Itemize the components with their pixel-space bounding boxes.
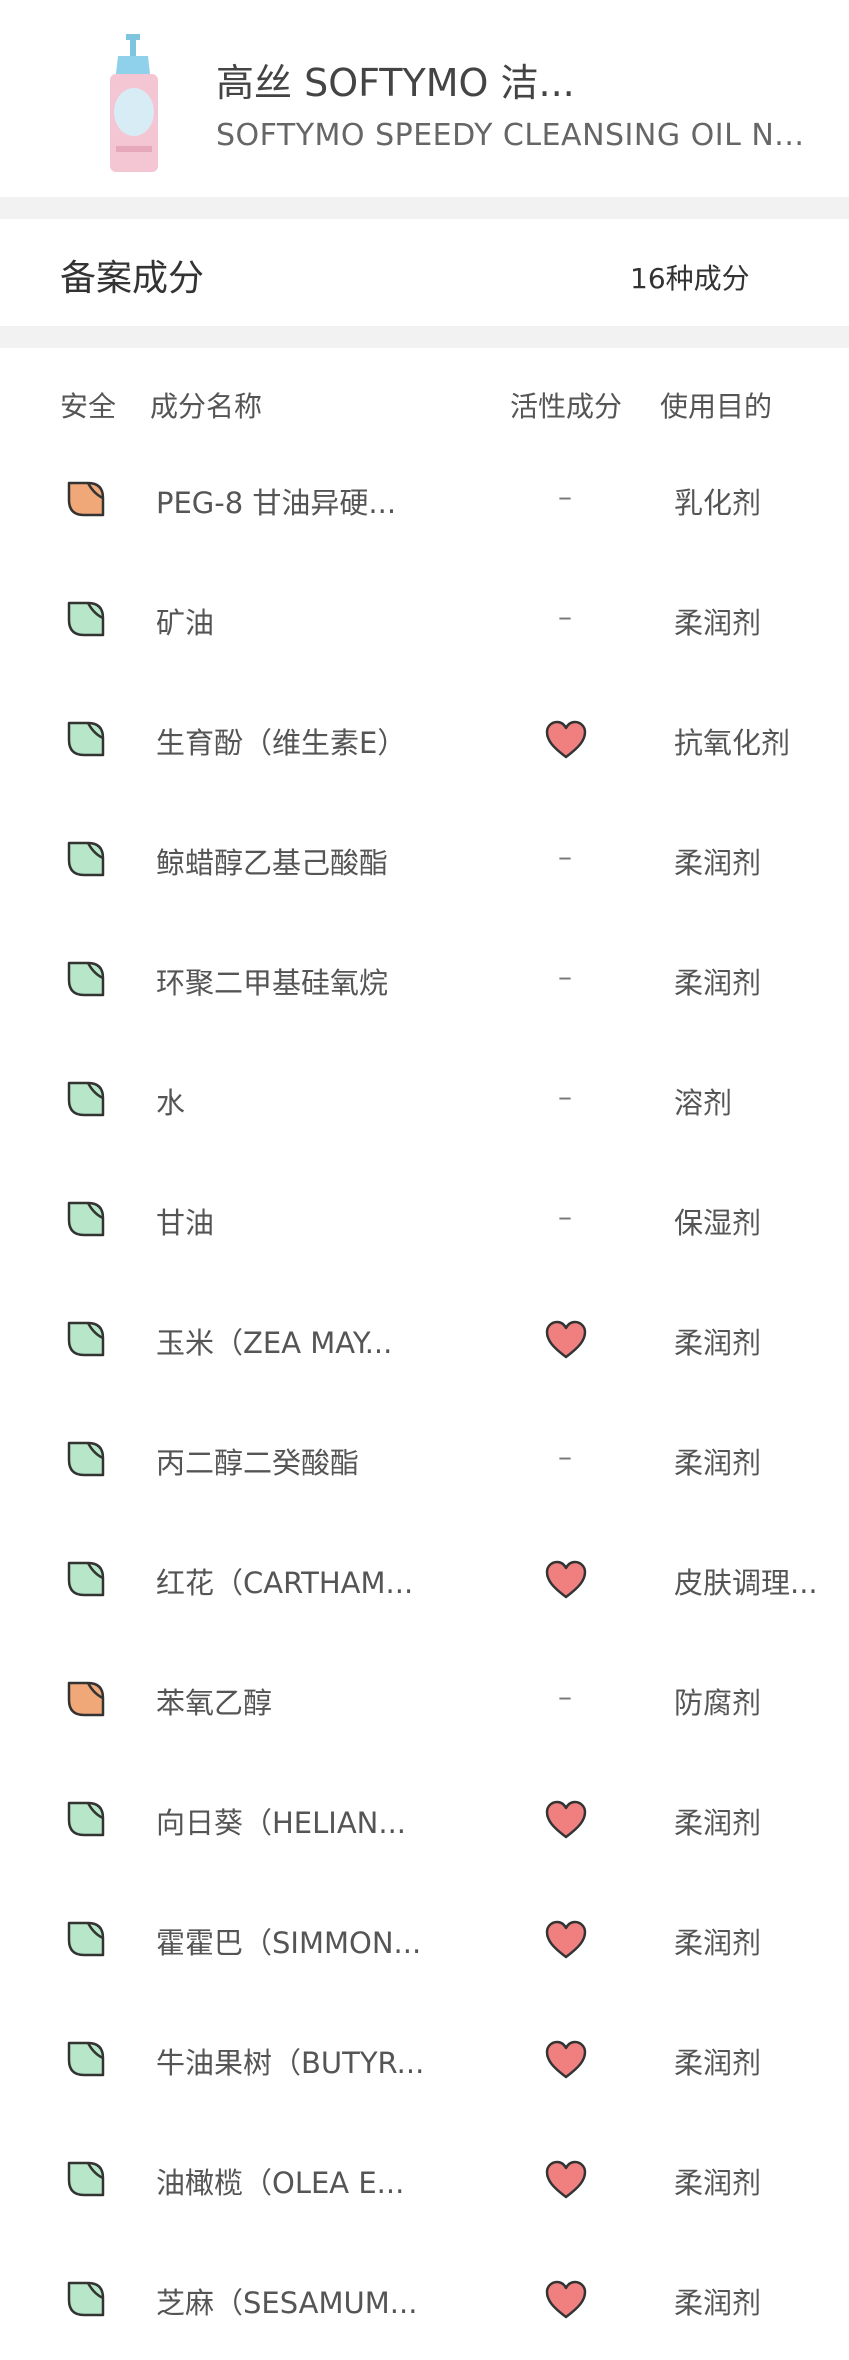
product-bottle-image <box>110 34 158 172</box>
column-header-safety: 安全 <box>60 390 117 423</box>
active-ingredient-heart-icon <box>545 1560 587 1599</box>
ingredient-row[interactable]: 水 – 溶剂 <box>0 1040 849 1160</box>
ingredient-name: 甘油 <box>156 1206 215 1240</box>
ingredient-purpose: 柔润剂 <box>674 846 762 880</box>
active-ingredient-none: – <box>558 1200 572 1233</box>
ingredient-name: 鲸蜡醇乙基己酸酯 <box>156 846 389 880</box>
active-ingredient-heart-icon <box>545 2040 587 2079</box>
ingredient-name: 向日葵（HELIAN... <box>156 1806 407 1840</box>
safety-safe-leaf-icon <box>67 841 105 877</box>
active-ingredient-heart-icon <box>545 2160 587 2199</box>
column-header-purpose: 使用目的 <box>660 390 773 423</box>
safety-safe-leaf-icon <box>67 2041 105 2077</box>
safety-caution-leaf-icon <box>67 1681 105 1717</box>
ingredient-row[interactable]: 丙二醇二癸酸酯 – 柔润剂 <box>0 1400 849 1520</box>
safety-safe-leaf-icon <box>67 1321 105 1357</box>
ingredient-name: 牛油果树（BUTYR... <box>156 2046 425 2080</box>
ingredient-purpose: 柔润剂 <box>674 1806 762 1840</box>
section-title: 备案成分 <box>60 258 205 299</box>
active-ingredient-none: – <box>558 480 572 513</box>
ingredient-row[interactable]: 鲸蜡醇乙基己酸酯 – 柔润剂 <box>0 800 849 920</box>
safety-safe-leaf-icon <box>67 1081 105 1117</box>
safety-safe-leaf-icon <box>67 1921 105 1957</box>
ingredient-row[interactable]: 向日葵（HELIAN... 柔润剂 <box>0 1760 849 1880</box>
ingredient-row[interactable]: 牛油果树（BUTYR... 柔润剂 <box>0 2000 849 2120</box>
ingredient-name: PEG-8 甘油异硬... <box>156 486 397 520</box>
ingredient-purpose: 柔润剂 <box>674 966 762 1000</box>
ingredient-purpose: 保湿剂 <box>674 1206 762 1240</box>
ingredient-row[interactable]: 环聚二甲基硅氧烷 – 柔润剂 <box>0 920 849 1040</box>
ingredient-name: 芝麻（SESAMUM... <box>156 2286 418 2320</box>
ingredient-purpose: 柔润剂 <box>674 606 762 640</box>
active-ingredient-heart-icon <box>545 1800 587 1839</box>
ingredient-count: 16种成分 <box>630 262 750 295</box>
ingredient-purpose: 抗氧化剂 <box>674 726 791 760</box>
ingredient-purpose: 乳化剂 <box>674 486 762 520</box>
safety-safe-leaf-icon <box>67 721 105 757</box>
ingredient-purpose: 柔润剂 <box>674 2166 762 2200</box>
ingredient-purpose: 皮肤调理... <box>674 1566 818 1600</box>
active-ingredient-none: – <box>558 1680 572 1713</box>
safety-safe-leaf-icon <box>67 1801 105 1837</box>
ingredient-name: 水 <box>156 1086 186 1120</box>
ingredient-name: 玉米（ZEA MAY... <box>156 1326 393 1360</box>
active-ingredient-heart-icon <box>545 720 587 759</box>
ingredient-name: 苯氧乙醇 <box>156 1686 273 1720</box>
ingredient-row[interactable]: 芝麻（SESAMUM... 柔润剂 <box>0 2240 849 2360</box>
ingredient-row[interactable]: 霍霍巴（SIMMON... 柔润剂 <box>0 1880 849 2000</box>
safety-safe-leaf-icon <box>67 2281 105 2317</box>
safety-safe-leaf-icon <box>67 1441 105 1477</box>
active-ingredient-none: – <box>558 960 572 993</box>
ingredient-purpose: 防腐剂 <box>674 1686 762 1720</box>
ingredient-name: 环聚二甲基硅氧烷 <box>156 966 389 1000</box>
safety-safe-leaf-icon <box>67 1201 105 1237</box>
ingredient-purpose: 柔润剂 <box>674 2046 762 2080</box>
ingredient-purpose: 柔润剂 <box>674 2286 762 2320</box>
ingredients-section-header: 备案成分 16种成分 <box>0 219 849 326</box>
ingredient-row[interactable]: 油橄榄（OLEA E... 柔润剂 <box>0 2120 849 2240</box>
column-header-name: 成分名称 <box>150 390 263 423</box>
safety-caution-leaf-icon <box>67 481 105 517</box>
ingredient-name: 霍霍巴（SIMMON... <box>156 1926 422 1960</box>
ingredient-name: 丙二醇二癸酸酯 <box>156 1446 360 1480</box>
ingredient-name: 油橄榄（OLEA E... <box>156 2166 405 2200</box>
product-header[interactable]: 高丝 SOFTYMO 洁... SOFTYMO SPEEDY CLEANSING… <box>0 0 849 197</box>
ingredient-purpose: 柔润剂 <box>674 1926 762 1960</box>
ingredient-row[interactable]: 矿油 – 柔润剂 <box>0 560 849 680</box>
active-ingredient-heart-icon <box>545 1320 587 1359</box>
product-subtitle: SOFTYMO SPEEDY CLEANSING OIL N... <box>216 118 805 153</box>
active-ingredient-none: – <box>558 1440 572 1473</box>
safety-safe-leaf-icon <box>67 1561 105 1597</box>
ingredient-row[interactable]: PEG-8 甘油异硬... – 乳化剂 <box>0 440 849 560</box>
column-header-active: 活性成分 <box>510 390 623 423</box>
product-title: 高丝 SOFTYMO 洁... <box>216 61 575 105</box>
ingredient-row[interactable]: 红花（CARTHAM... 皮肤调理... <box>0 1520 849 1640</box>
ingredient-purpose: 柔润剂 <box>674 1446 762 1480</box>
section-divider <box>0 197 849 219</box>
ingredient-purpose: 柔润剂 <box>674 1326 762 1360</box>
section-divider <box>0 326 849 348</box>
active-ingredient-heart-icon <box>545 2280 587 2319</box>
ingredient-name: 红花（CARTHAM... <box>156 1566 414 1600</box>
ingredient-row[interactable]: 苯氧乙醇 – 防腐剂 <box>0 1640 849 1760</box>
active-ingredient-none: – <box>558 600 572 633</box>
safety-safe-leaf-icon <box>67 2161 105 2197</box>
ingredient-name: 生育酚（维生素E） <box>156 726 407 760</box>
active-ingredient-none: – <box>558 840 572 873</box>
safety-safe-leaf-icon <box>67 601 105 637</box>
ingredient-row[interactable]: 玉米（ZEA MAY... 柔润剂 <box>0 1280 849 1400</box>
active-ingredient-heart-icon <box>545 1920 587 1959</box>
ingredient-row[interactable]: 生育酚（维生素E） 抗氧化剂 <box>0 680 849 800</box>
active-ingredient-none: – <box>558 1080 572 1113</box>
ingredient-name: 矿油 <box>156 606 215 640</box>
ingredient-row[interactable]: 甘油 – 保湿剂 <box>0 1160 849 1280</box>
ingredient-purpose: 溶剂 <box>674 1086 733 1120</box>
safety-safe-leaf-icon <box>67 961 105 997</box>
